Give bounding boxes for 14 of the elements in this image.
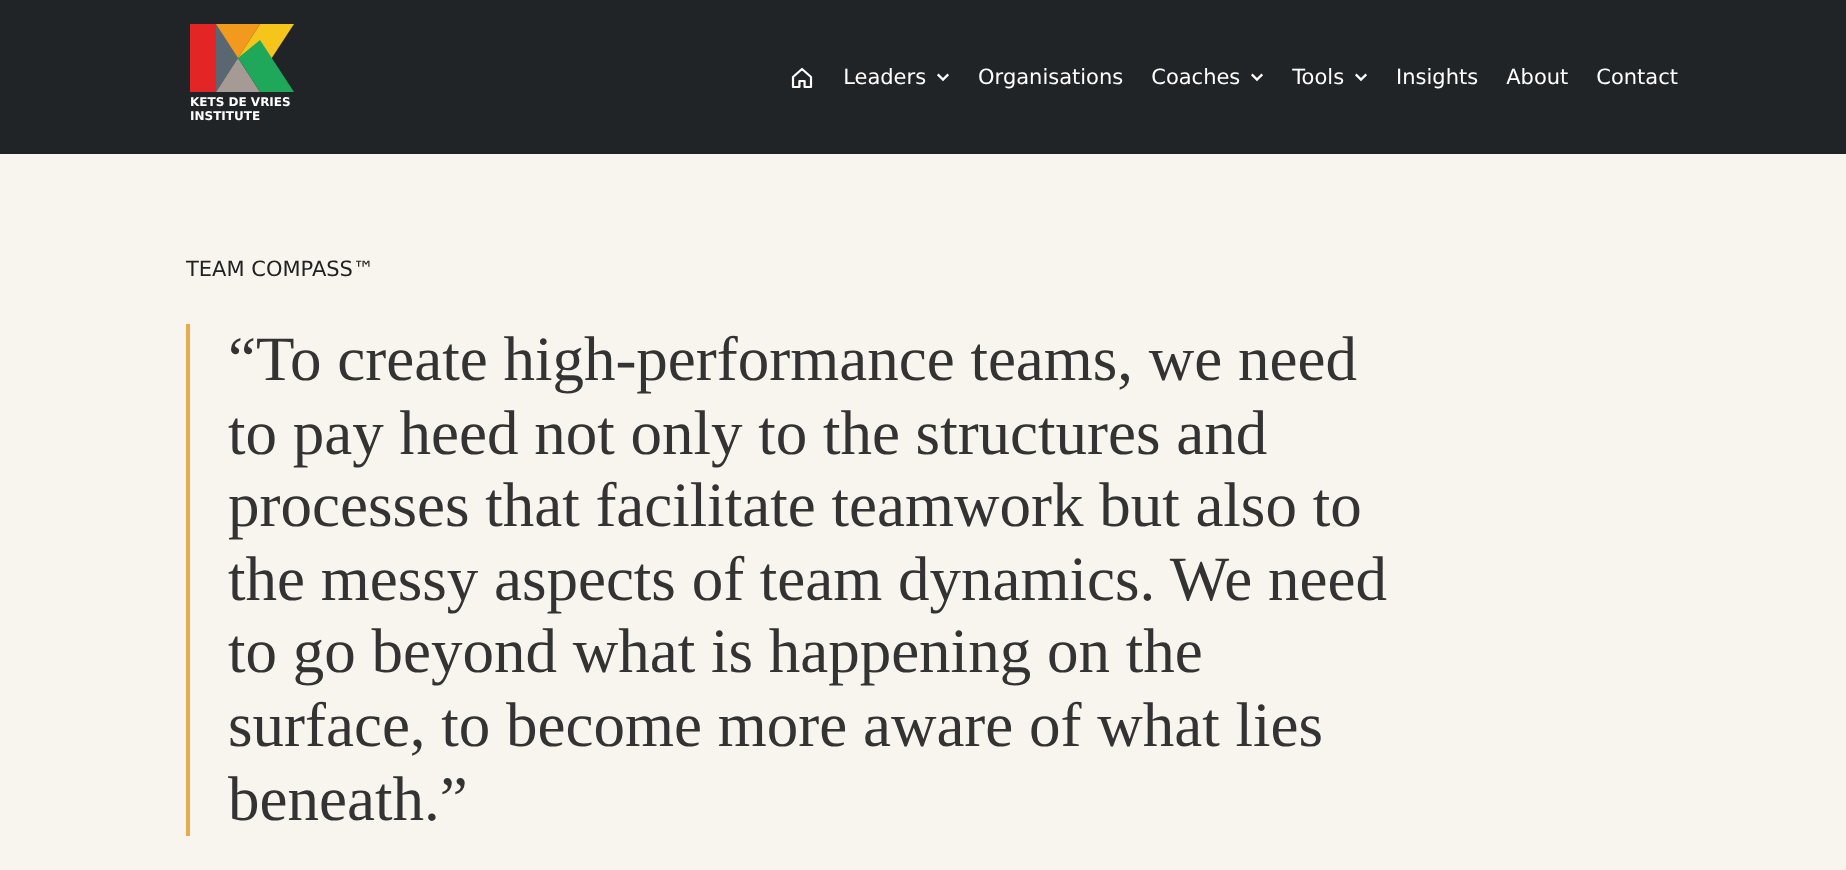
home-icon[interactable]	[789, 65, 814, 89]
chevron-icon	[936, 72, 951, 82]
nav-link[interactable]: About	[1506, 65, 1569, 89]
nav-link[interactable]: Contact	[1596, 65, 1678, 89]
chevron-icon	[1354, 72, 1369, 82]
nav-link[interactable]: Insights	[1396, 65, 1479, 89]
chevron-icon	[1250, 72, 1265, 82]
section-label: TEAM COMPASS™	[186, 258, 376, 282]
nav-menu-item[interactable]: Coaches	[1151, 65, 1265, 89]
quote: “To create high-performance teams, we need to pay heed not only to the structures and processes that facilitate teamwork but also to the messy aspects of team dynamics. We need to go beyond what is happening on the surface, to become more aware of what lies beneath.”	[186, 324, 1398, 837]
nav-menu-item[interactable]: Tools	[1292, 65, 1369, 89]
logo-icon[interactable]	[190, 23, 294, 91]
nav-menu-item[interactable]: Leaders	[843, 65, 951, 89]
nav-link[interactable]: Organisations	[978, 65, 1124, 89]
